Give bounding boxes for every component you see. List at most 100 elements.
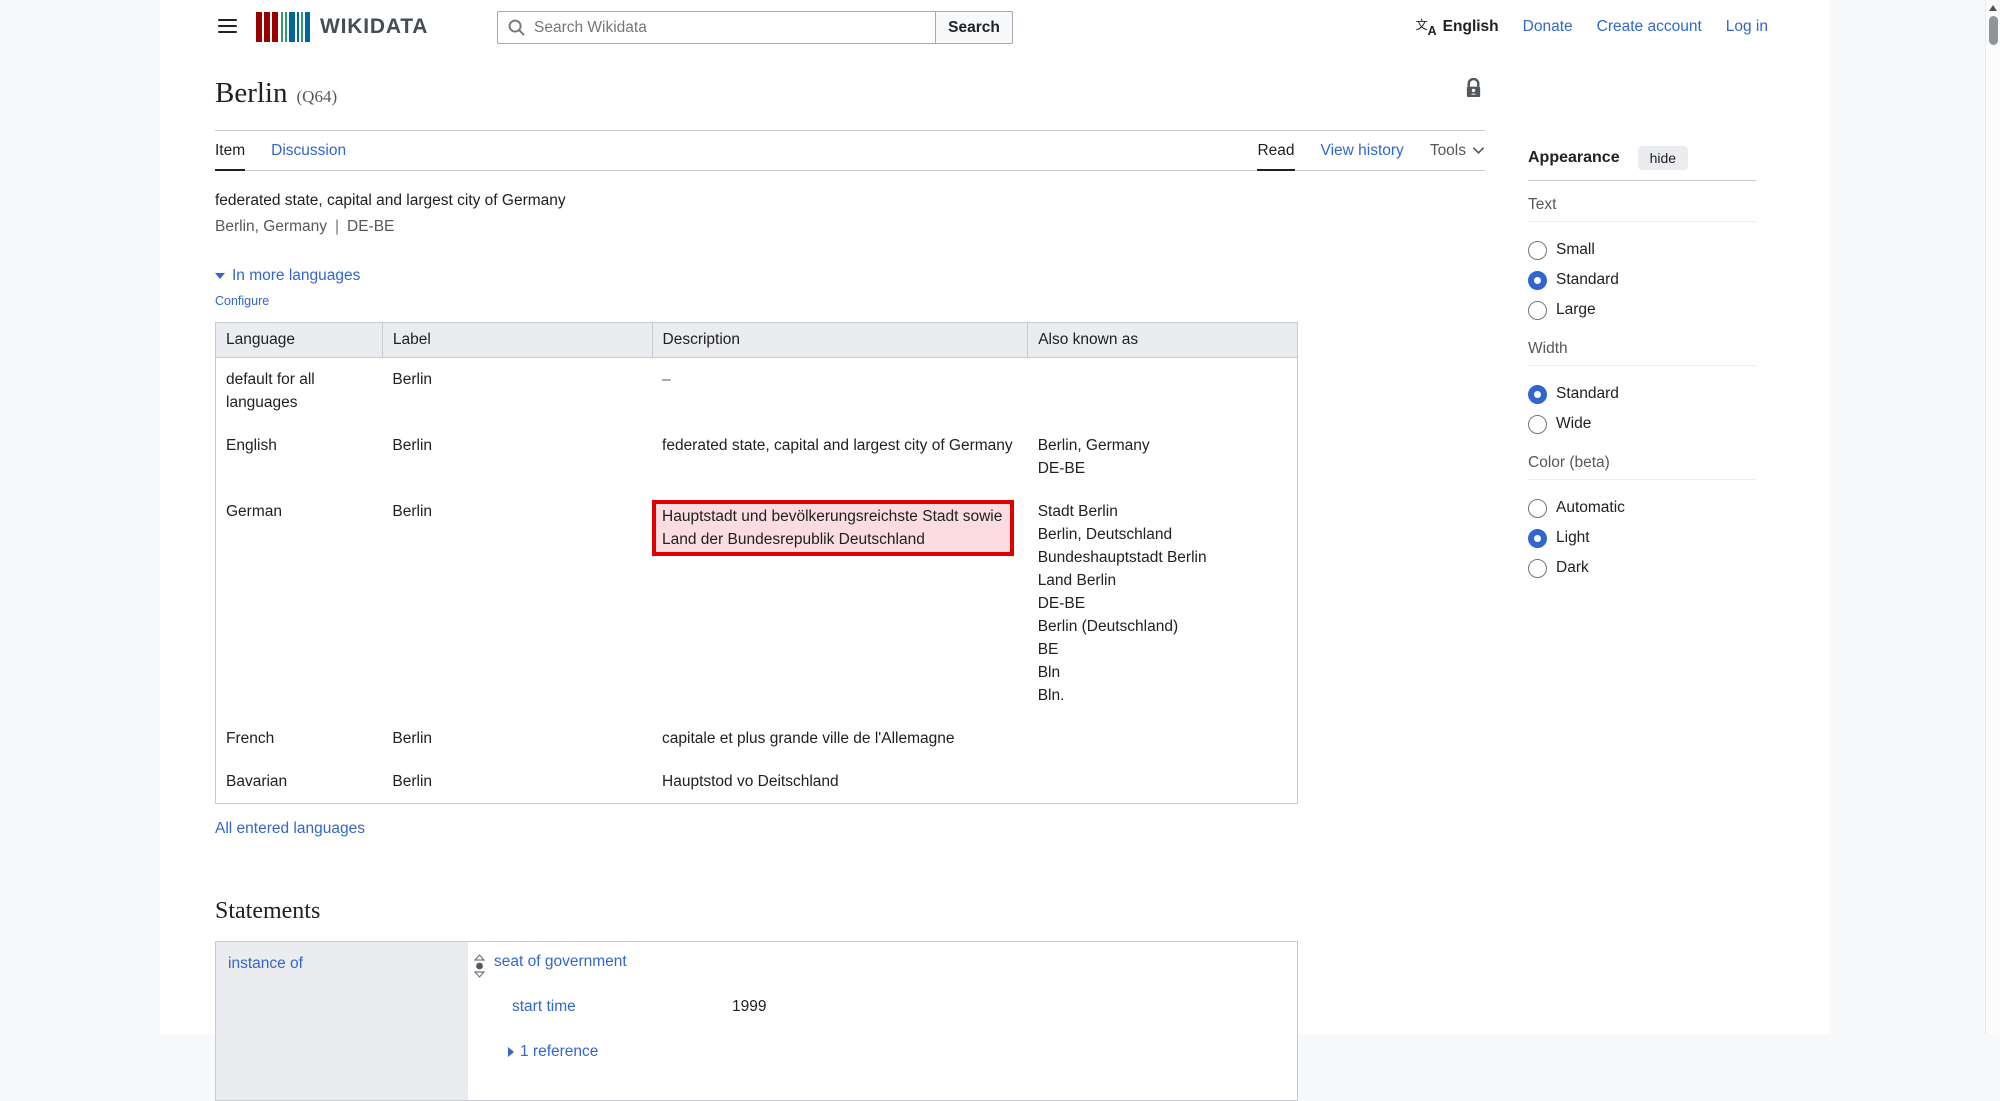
terms-table: Language Label Description Also known as… — [215, 322, 1298, 804]
menu-icon[interactable] — [218, 19, 237, 34]
radio-width-standard[interactable]: Standard — [1528, 379, 1756, 409]
tabs-row: Item Discussion Read View history Tools — [215, 131, 1485, 171]
terms-table-header-row: Language Label Description Also known as — [216, 323, 1298, 358]
table-row: German Berlin Hauptstadt und bevölkerung… — [216, 490, 1298, 717]
radio-text-standard[interactable]: Standard — [1528, 265, 1756, 295]
language-selector-label: English — [1443, 18, 1499, 36]
references-label: 1 reference — [520, 1043, 598, 1061]
radio-text-large[interactable]: Large — [1528, 295, 1756, 325]
radio-circle-icon — [1528, 385, 1547, 404]
cell-language: French — [216, 717, 383, 760]
cell-language: English — [216, 424, 383, 490]
wikidata-logo-barcode-icon — [256, 12, 310, 42]
top-header: WIKIDATA Search 文A English Donate Create… — [160, 0, 1830, 54]
radio-circle-icon — [1528, 559, 1547, 578]
highlighted-description-box: Hauptstadt und bevölkerungsreichste Stad… — [652, 500, 1014, 556]
radio-circle-icon — [1528, 271, 1547, 290]
create-account-link[interactable]: Create account — [1597, 18, 1702, 36]
appearance-hide-button[interactable]: hide — [1638, 146, 1688, 170]
cell-language: German — [216, 490, 383, 717]
cell-label: Berlin — [382, 760, 652, 804]
all-entered-languages-link[interactable]: All entered languages — [215, 820, 365, 838]
main-content: Berlin (Q64) Item Discussion Read View hi… — [215, 54, 1485, 1101]
cell-language: Bavarian — [216, 760, 383, 804]
section-label-text: Text — [1528, 196, 1756, 222]
statement-value-link[interactable]: seat of government — [494, 953, 627, 971]
header-user-links: 文A English Donate Create account Log in — [1416, 0, 1768, 54]
statements-heading: Statements — [215, 898, 1485, 925]
table-row: French Berlin capitale et plus grande vi… — [216, 717, 1298, 760]
search-input[interactable] — [497, 11, 935, 44]
search-button[interactable]: Search — [935, 11, 1013, 44]
qualifier-property-link[interactable]: start time — [512, 998, 732, 1016]
wikidata-logo-text: WIKIDATA — [320, 15, 428, 39]
configure-link[interactable]: Configure — [215, 294, 269, 308]
rank-selector-icon[interactable] — [474, 954, 485, 983]
statement-property-link[interactable]: instance of — [228, 955, 303, 972]
cell-description: – — [652, 358, 1028, 425]
alias-separator: | — [335, 218, 339, 235]
entity-id: (Q64) — [297, 87, 338, 106]
section-label-color: Color (beta) — [1528, 454, 1756, 480]
caret-right-icon — [508, 1047, 514, 1057]
col-header-description: Description — [652, 323, 1028, 358]
cell-description: capitale et plus grande ville de l'Allem… — [652, 717, 1028, 760]
radio-color-automatic[interactable]: Automatic — [1528, 493, 1756, 523]
radio-circle-icon — [1528, 529, 1547, 548]
in-more-languages-toggle[interactable]: In more languages — [215, 267, 1485, 285]
page-title: Berlin — [215, 77, 288, 109]
page-canvas: WIKIDATA Search 文A English Donate Create… — [160, 0, 1830, 1034]
cell-description: Hauptstod vo Deitschland — [652, 760, 1028, 804]
qualifier-row: start time 1999 — [512, 998, 1297, 1016]
cell-description: federated state, capital and largest cit… — [652, 424, 1028, 490]
alias-primary: Berlin, Germany — [215, 218, 327, 235]
section-label-width: Width — [1528, 340, 1756, 366]
radio-circle-icon — [1528, 301, 1547, 320]
vertical-scrollbar[interactable] — [1985, 0, 2000, 1034]
tab-item[interactable]: Item — [215, 131, 245, 170]
table-row: default for all languages Berlin – — [216, 358, 1298, 425]
tab-discussion[interactable]: Discussion — [271, 131, 346, 170]
scrollbar-thumb[interactable] — [1989, 16, 1998, 45]
tab-view-history[interactable]: View history — [1321, 131, 1404, 170]
caret-down-icon — [215, 273, 225, 279]
appearance-section-color: Color (beta) Automatic Light Dark — [1528, 454, 1756, 583]
qualifier-value: 1999 — [732, 998, 766, 1016]
tab-tools[interactable]: Tools — [1430, 131, 1485, 170]
table-row: English Berlin federated state, capital … — [216, 424, 1298, 490]
statement-value-column: seat of government start time 1999 1 ref… — [468, 942, 1297, 1100]
search-bar: Search — [497, 11, 1013, 44]
cell-aliases — [1028, 760, 1298, 804]
appearance-section-width: Width Standard Wide — [1528, 340, 1756, 439]
appearance-title: Appearance — [1528, 149, 1620, 167]
scroll-up-arrow-icon[interactable] — [1989, 5, 1997, 11]
wikidata-logo[interactable]: WIKIDATA — [256, 12, 428, 42]
cell-label: Berlin — [382, 358, 652, 425]
radio-color-light[interactable]: Light — [1528, 523, 1756, 553]
language-icon: 文A — [1416, 18, 1438, 36]
col-header-language: Language — [216, 323, 383, 358]
chevron-down-icon — [1472, 142, 1485, 160]
cell-label: Berlin — [382, 490, 652, 717]
radio-text-small[interactable]: Small — [1528, 235, 1756, 265]
donate-link[interactable]: Donate — [1523, 18, 1573, 36]
cell-aliases: Berlin, Germany DE-BE — [1028, 424, 1298, 490]
cell-aliases: Stadt Berlin Berlin, Deutschland Bundesh… — [1028, 490, 1298, 717]
in-more-languages-label: In more languages — [232, 267, 360, 285]
cell-label: Berlin — [382, 717, 652, 760]
cell-aliases — [1028, 717, 1298, 760]
cell-description: Hauptstadt und bevölkerungsreichste Stad… — [652, 490, 1028, 717]
entity-description: federated state, capital and largest cit… — [215, 192, 1485, 210]
alias-secondary: DE-BE — [347, 218, 394, 235]
login-link[interactable]: Log in — [1726, 18, 1768, 36]
appearance-panel: Appearance hide Text Small Standard Larg… — [1528, 146, 1756, 583]
radio-color-dark[interactable]: Dark — [1528, 553, 1756, 583]
radio-circle-icon — [1528, 241, 1547, 260]
radio-width-wide[interactable]: Wide — [1528, 409, 1756, 439]
entity-aliases: Berlin, Germany | DE-BE — [215, 218, 1485, 236]
tab-read[interactable]: Read — [1257, 131, 1294, 170]
statement-group: instance of seat of government start tim… — [215, 941, 1298, 1101]
appearance-section-text: Text Small Standard Large — [1528, 196, 1756, 325]
references-toggle[interactable]: 1 reference — [508, 1043, 1297, 1061]
language-selector[interactable]: 文A English — [1416, 18, 1499, 36]
